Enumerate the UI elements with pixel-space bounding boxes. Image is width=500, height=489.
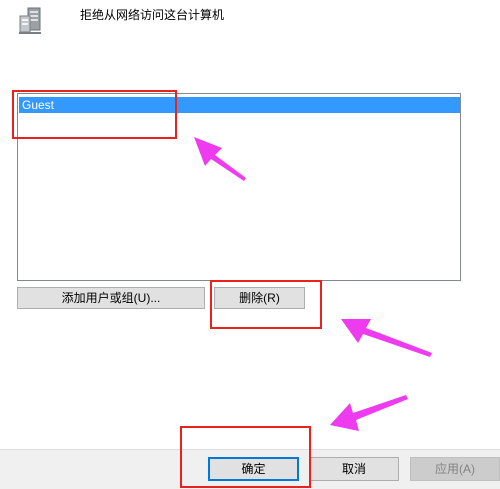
apply-button: 应用(A) [410, 457, 500, 481]
ok-button[interactable]: 确定 [208, 457, 299, 481]
list-item-guest[interactable]: Guest [19, 97, 460, 113]
account-listbox[interactable]: Guest [17, 93, 461, 281]
server-policy-icon [16, 6, 46, 36]
policy-title: 拒绝从网络访问这台计算机 [80, 8, 225, 22]
arrow-to-remove-icon [341, 319, 432, 357]
add-user-or-group-button[interactable]: 添加用户或组(U)... [17, 287, 205, 309]
remove-button[interactable]: 删除(R) [214, 287, 305, 309]
arrow-to-ok-icon [330, 395, 408, 431]
cancel-button[interactable]: 取消 [309, 457, 399, 481]
